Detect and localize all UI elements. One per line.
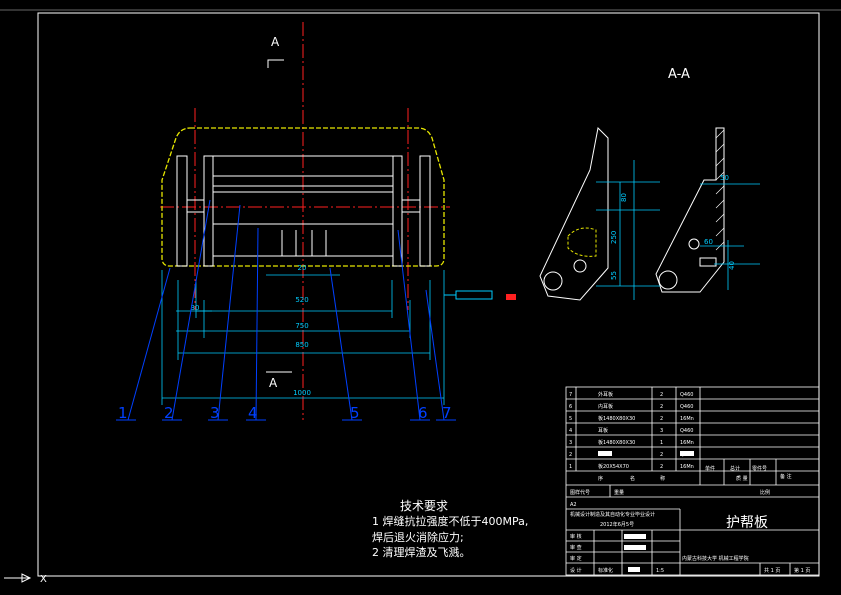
sheet-no: 第 1 页 xyxy=(794,567,810,574)
filled-cell-b xyxy=(624,545,646,550)
balloon-leaders xyxy=(116,199,456,421)
outer-lug-left xyxy=(176,155,188,267)
hdr-single: 单件 xyxy=(705,465,715,472)
section-view-aa xyxy=(539,126,725,301)
role-approve: 审 定 xyxy=(570,555,582,562)
dim-520: 520 xyxy=(295,296,308,304)
bom-no-1: 1 xyxy=(569,464,572,470)
bom-table: 7 外耳板 2 Q460 6 内耳板 2 Q460 5 板1480X80X30 … xyxy=(569,391,694,470)
bom-no-5: 5 xyxy=(569,416,572,422)
bom-mat-7: Q460 xyxy=(680,392,693,398)
tech-req-line3: 2 清理焊渣及飞溅。 xyxy=(372,546,471,559)
part-balloons: 1 2 3 4 5 6 7 xyxy=(118,404,452,422)
project-line: 机械设计制造及其自动化专业毕业设计 xyxy=(570,511,655,518)
hdr-remark: 备 注 xyxy=(780,473,792,480)
bom-qty-4: 3 xyxy=(660,428,663,434)
school: 内蒙古科技大学 机械工程学院 xyxy=(682,555,749,562)
tech-req-title: 技术要求 xyxy=(400,499,449,513)
bom-qty-2: 2 xyxy=(660,452,663,458)
bom-no-4: 4 xyxy=(569,428,572,434)
bom-name-6: 内耳板 xyxy=(598,403,613,410)
revision: A2 xyxy=(570,502,577,508)
bom-mat-5: 16Mn xyxy=(680,416,694,422)
hdr-no: 序 xyxy=(598,475,603,482)
title-block-labels: 序 名 称 单件 总计 零件号 备 注 质 量 图样代号 重量 比例 A2 机械… xyxy=(570,465,810,574)
dim-850: 850 xyxy=(295,341,308,349)
bom-mat-6: Q460 xyxy=(680,404,693,410)
weight-label: 重量 xyxy=(614,489,624,496)
bom-name-5: 板1480X80X30 xyxy=(598,415,635,422)
weld-marker xyxy=(506,294,516,300)
bom-qty-3: 1 xyxy=(660,440,663,446)
bom-name-3: 板1480X80X30 xyxy=(598,439,635,446)
bom-name-7: 外耳板 xyxy=(598,391,613,398)
role-review: 审 核 xyxy=(570,533,582,540)
bom-no-2: 2 xyxy=(569,452,572,458)
svg-text:X: X xyxy=(40,574,47,585)
front-view: 20 520 30 750 850 1000 xyxy=(160,22,493,420)
hdr-material: 零件号 xyxy=(752,465,767,472)
ucs-icon: X xyxy=(4,573,47,585)
hdr-name: 名 xyxy=(630,475,635,482)
dim-250: 250 xyxy=(610,231,618,244)
bom-name-4: 耳板 xyxy=(598,427,608,434)
dim-20-top: 20 xyxy=(298,264,307,272)
bom-filled-cell-2 xyxy=(680,451,694,456)
hdr-mass: 质 量 xyxy=(736,475,748,482)
bom-qty-7: 2 xyxy=(660,392,663,398)
role-std: 标准化 xyxy=(598,567,613,574)
section-hatch xyxy=(715,129,725,251)
bom-mat-4: Q460 xyxy=(680,428,693,434)
section-marker-top: A xyxy=(271,35,280,49)
dim-55: 55 xyxy=(610,271,618,280)
section-marker-bottom: A xyxy=(269,376,278,390)
sheets-total: 共 1 页 xyxy=(764,567,780,574)
section-arrow-top xyxy=(267,59,284,68)
balloon-4: 4 xyxy=(248,404,258,422)
bom-no-3: 3 xyxy=(569,440,572,446)
scale: 1:5 xyxy=(656,568,664,574)
dim-50: 50 xyxy=(720,174,729,182)
bom-qty-1: 2 xyxy=(660,464,663,470)
dim-40: 40 xyxy=(728,261,736,270)
filled-cell-a xyxy=(624,534,646,539)
balloon-5: 5 xyxy=(350,404,360,422)
bom-name-1: 板20X54X70 xyxy=(598,463,629,470)
dim-60: 60 xyxy=(704,238,713,246)
drawing-frame xyxy=(37,12,820,577)
weld-symbol-box xyxy=(455,290,493,300)
dim-1000: 1000 xyxy=(293,389,311,397)
drawing-no-label: 图样代号 xyxy=(570,489,590,496)
ratio-label: 比例 xyxy=(760,489,770,496)
balloon-6: 6 xyxy=(418,404,428,422)
balloon-2: 2 xyxy=(164,404,174,422)
balloon-1: 1 xyxy=(118,404,128,422)
drawing-title: 护帮板 xyxy=(726,515,768,531)
tech-req-line2: 焊后退火消除应力; xyxy=(372,531,464,544)
filled-cell-c xyxy=(628,567,640,572)
bom-no-7: 7 xyxy=(569,392,572,398)
bom-filled-cell xyxy=(598,451,612,456)
hdr-qty: 称 xyxy=(660,475,665,482)
bom-mat-3: 16Mn xyxy=(680,440,694,446)
outer-lug-right xyxy=(419,155,431,267)
tech-req-line1: 1 焊缝抗拉强度不低于400MPa, xyxy=(372,515,529,528)
hdr-total: 总计 xyxy=(730,465,740,472)
section-view-title: A-A xyxy=(668,67,690,82)
role-check: 审 查 xyxy=(570,544,582,551)
role-design: 设 计 xyxy=(570,567,582,574)
bom-mat-1: 16Mn xyxy=(680,464,694,470)
date-line: 2012年6月5号 xyxy=(600,521,634,528)
dim-80: 80 xyxy=(620,193,628,202)
bom-qty-6: 2 xyxy=(660,404,663,410)
dim-750: 750 xyxy=(295,322,308,330)
balloon-7: 7 xyxy=(442,404,452,422)
balloon-3: 3 xyxy=(210,404,220,422)
pin-right xyxy=(401,199,421,213)
bom-qty-5: 2 xyxy=(660,416,663,422)
bom-no-6: 6 xyxy=(569,404,572,410)
